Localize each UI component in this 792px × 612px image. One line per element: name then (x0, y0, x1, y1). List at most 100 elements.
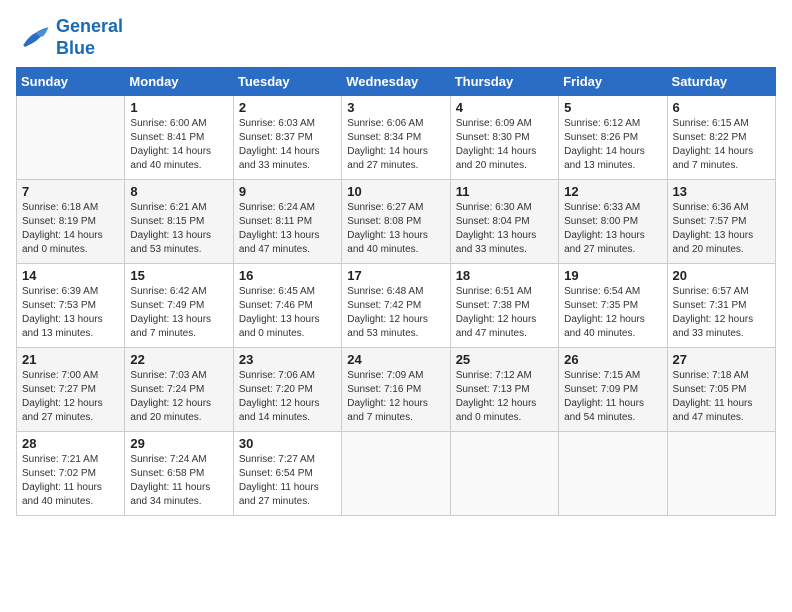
day-detail: Sunrise: 6:03 AM Sunset: 8:37 PM Dayligh… (239, 117, 336, 173)
day-number: 25 (456, 352, 553, 367)
column-header-thursday: Thursday (450, 68, 558, 96)
day-detail: Sunrise: 6:48 AM Sunset: 7:42 PM Dayligh… (347, 285, 444, 341)
calendar-cell: 17 Sunrise: 6:48 AM Sunset: 7:42 PM Dayli… (342, 264, 450, 348)
calendar-cell (667, 432, 775, 516)
calendar-cell: 23 Sunrise: 7:06 AM Sunset: 7:20 PM Dayli… (233, 348, 341, 432)
day-number: 16 (239, 268, 336, 283)
day-number: 9 (239, 184, 336, 199)
day-detail: Sunrise: 6:51 AM Sunset: 7:38 PM Dayligh… (456, 285, 553, 341)
calendar-cell: 10 Sunrise: 6:27 AM Sunset: 8:08 PM Dayli… (342, 180, 450, 264)
day-detail: Sunrise: 7:18 AM Sunset: 7:05 PM Dayligh… (673, 369, 770, 425)
day-number: 8 (130, 184, 227, 199)
day-number: 17 (347, 268, 444, 283)
column-header-monday: Monday (125, 68, 233, 96)
column-header-sunday: Sunday (17, 68, 125, 96)
column-header-wednesday: Wednesday (342, 68, 450, 96)
calendar-cell (17, 96, 125, 180)
calendar-cell: 18 Sunrise: 6:51 AM Sunset: 7:38 PM Dayli… (450, 264, 558, 348)
day-number: 29 (130, 436, 227, 451)
day-number: 13 (673, 184, 770, 199)
logo: General Blue (16, 16, 123, 59)
day-detail: Sunrise: 6:12 AM Sunset: 8:26 PM Dayligh… (564, 117, 661, 173)
day-detail: Sunrise: 7:06 AM Sunset: 7:20 PM Dayligh… (239, 369, 336, 425)
day-detail: Sunrise: 7:15 AM Sunset: 7:09 PM Dayligh… (564, 369, 661, 425)
calendar-cell: 5Sunrise: 6:12 AM Sunset: 8:26 PM Daylig… (559, 96, 667, 180)
day-detail: Sunrise: 7:09 AM Sunset: 7:16 PM Dayligh… (347, 369, 444, 425)
day-detail: Sunrise: 6:54 AM Sunset: 7:35 PM Dayligh… (564, 285, 661, 341)
day-number: 10 (347, 184, 444, 199)
calendar-cell: 20 Sunrise: 6:57 AM Sunset: 7:31 PM Dayli… (667, 264, 775, 348)
calendar-cell: 26 Sunrise: 7:15 AM Sunset: 7:09 PM Dayli… (559, 348, 667, 432)
calendar-cell: 30 Sunrise: 7:27 AM Sunset: 6:54 PM Dayli… (233, 432, 341, 516)
day-detail: Sunrise: 7:00 AM Sunset: 7:27 PM Dayligh… (22, 369, 119, 425)
day-detail: Sunrise: 7:27 AM Sunset: 6:54 PM Dayligh… (239, 453, 336, 509)
day-detail: Sunrise: 6:09 AM Sunset: 8:30 PM Dayligh… (456, 117, 553, 173)
calendar-cell (342, 432, 450, 516)
day-detail: Sunrise: 7:03 AM Sunset: 7:24 PM Dayligh… (130, 369, 227, 425)
logo-text: General Blue (56, 16, 123, 59)
calendar-cell: 12 Sunrise: 6:33 AM Sunset: 8:00 PM Dayli… (559, 180, 667, 264)
column-header-friday: Friday (559, 68, 667, 96)
calendar-cell: 21 Sunrise: 7:00 AM Sunset: 7:27 PM Dayli… (17, 348, 125, 432)
day-number: 28 (22, 436, 119, 451)
day-number: 20 (673, 268, 770, 283)
day-detail: Sunrise: 6:18 AM Sunset: 8:19 PM Dayligh… (22, 201, 119, 257)
calendar-cell: 25 Sunrise: 7:12 AM Sunset: 7:13 PM Dayli… (450, 348, 558, 432)
day-number: 21 (22, 352, 119, 367)
day-detail: Sunrise: 6:45 AM Sunset: 7:46 PM Dayligh… (239, 285, 336, 341)
day-number: 19 (564, 268, 661, 283)
day-number: 24 (347, 352, 444, 367)
day-number: 22 (130, 352, 227, 367)
calendar-cell: 8 Sunrise: 6:21 AM Sunset: 8:15 PM Daylig… (125, 180, 233, 264)
calendar-cell: 13 Sunrise: 6:36 AM Sunset: 7:57 PM Dayli… (667, 180, 775, 264)
day-detail: Sunrise: 6:36 AM Sunset: 7:57 PM Dayligh… (673, 201, 770, 257)
calendar-cell: 1Sunrise: 6:00 AM Sunset: 8:41 PM Daylig… (125, 96, 233, 180)
calendar-cell: 16 Sunrise: 6:45 AM Sunset: 7:46 PM Dayli… (233, 264, 341, 348)
day-number: 15 (130, 268, 227, 283)
day-detail: Sunrise: 7:24 AM Sunset: 6:58 PM Dayligh… (130, 453, 227, 509)
calendar-cell: 9 Sunrise: 6:24 AM Sunset: 8:11 PM Daylig… (233, 180, 341, 264)
day-number: 30 (239, 436, 336, 451)
calendar-cell: 6Sunrise: 6:15 AM Sunset: 8:22 PM Daylig… (667, 96, 775, 180)
column-header-saturday: Saturday (667, 68, 775, 96)
day-number: 27 (673, 352, 770, 367)
day-detail: Sunrise: 6:33 AM Sunset: 8:00 PM Dayligh… (564, 201, 661, 257)
day-number: 26 (564, 352, 661, 367)
day-number: 7 (22, 184, 119, 199)
day-number: 1 (130, 100, 227, 115)
day-number: 18 (456, 268, 553, 283)
day-number: 2 (239, 100, 336, 115)
calendar-cell: 15 Sunrise: 6:42 AM Sunset: 7:49 PM Dayli… (125, 264, 233, 348)
day-detail: Sunrise: 6:57 AM Sunset: 7:31 PM Dayligh… (673, 285, 770, 341)
calendar-cell: 11 Sunrise: 6:30 AM Sunset: 8:04 PM Dayli… (450, 180, 558, 264)
calendar-cell: 29 Sunrise: 7:24 AM Sunset: 6:58 PM Dayli… (125, 432, 233, 516)
day-detail: Sunrise: 6:27 AM Sunset: 8:08 PM Dayligh… (347, 201, 444, 257)
day-number: 23 (239, 352, 336, 367)
calendar-cell: 3 Sunrise: 6:06 AM Sunset: 8:34 PM Daylig… (342, 96, 450, 180)
day-detail: Sunrise: 6:42 AM Sunset: 7:49 PM Dayligh… (130, 285, 227, 341)
day-number: 14 (22, 268, 119, 283)
day-detail: Sunrise: 7:21 AM Sunset: 7:02 PM Dayligh… (22, 453, 119, 509)
day-number: 11 (456, 184, 553, 199)
day-number: 12 (564, 184, 661, 199)
calendar-cell (559, 432, 667, 516)
calendar-cell: 2 Sunrise: 6:03 AM Sunset: 8:37 PM Daylig… (233, 96, 341, 180)
day-detail: Sunrise: 6:24 AM Sunset: 8:11 PM Dayligh… (239, 201, 336, 257)
calendar-cell: 14 Sunrise: 6:39 AM Sunset: 7:53 PM Dayli… (17, 264, 125, 348)
logo-bird-icon (16, 20, 52, 56)
day-detail: Sunrise: 6:30 AM Sunset: 8:04 PM Dayligh… (456, 201, 553, 257)
calendar-cell: 24 Sunrise: 7:09 AM Sunset: 7:16 PM Dayli… (342, 348, 450, 432)
calendar-table: SundayMondayTuesdayWednesdayThursdayFrid… (16, 67, 776, 516)
calendar-cell: 19 Sunrise: 6:54 AM Sunset: 7:35 PM Dayli… (559, 264, 667, 348)
day-detail: Sunrise: 6:06 AM Sunset: 8:34 PM Dayligh… (347, 117, 444, 173)
day-number: 4 (456, 100, 553, 115)
day-number: 3 (347, 100, 444, 115)
day-detail: Sunrise: 7:12 AM Sunset: 7:13 PM Dayligh… (456, 369, 553, 425)
day-detail: Sunrise: 6:21 AM Sunset: 8:15 PM Dayligh… (130, 201, 227, 257)
calendar-cell: 28 Sunrise: 7:21 AM Sunset: 7:02 PM Dayli… (17, 432, 125, 516)
calendar-cell: 27 Sunrise: 7:18 AM Sunset: 7:05 PM Dayli… (667, 348, 775, 432)
column-header-tuesday: Tuesday (233, 68, 341, 96)
calendar-cell: 4 Sunrise: 6:09 AM Sunset: 8:30 PM Daylig… (450, 96, 558, 180)
day-detail: Sunrise: 6:39 AM Sunset: 7:53 PM Dayligh… (22, 285, 119, 341)
calendar-cell: 7 Sunrise: 6:18 AM Sunset: 8:19 PM Daylig… (17, 180, 125, 264)
